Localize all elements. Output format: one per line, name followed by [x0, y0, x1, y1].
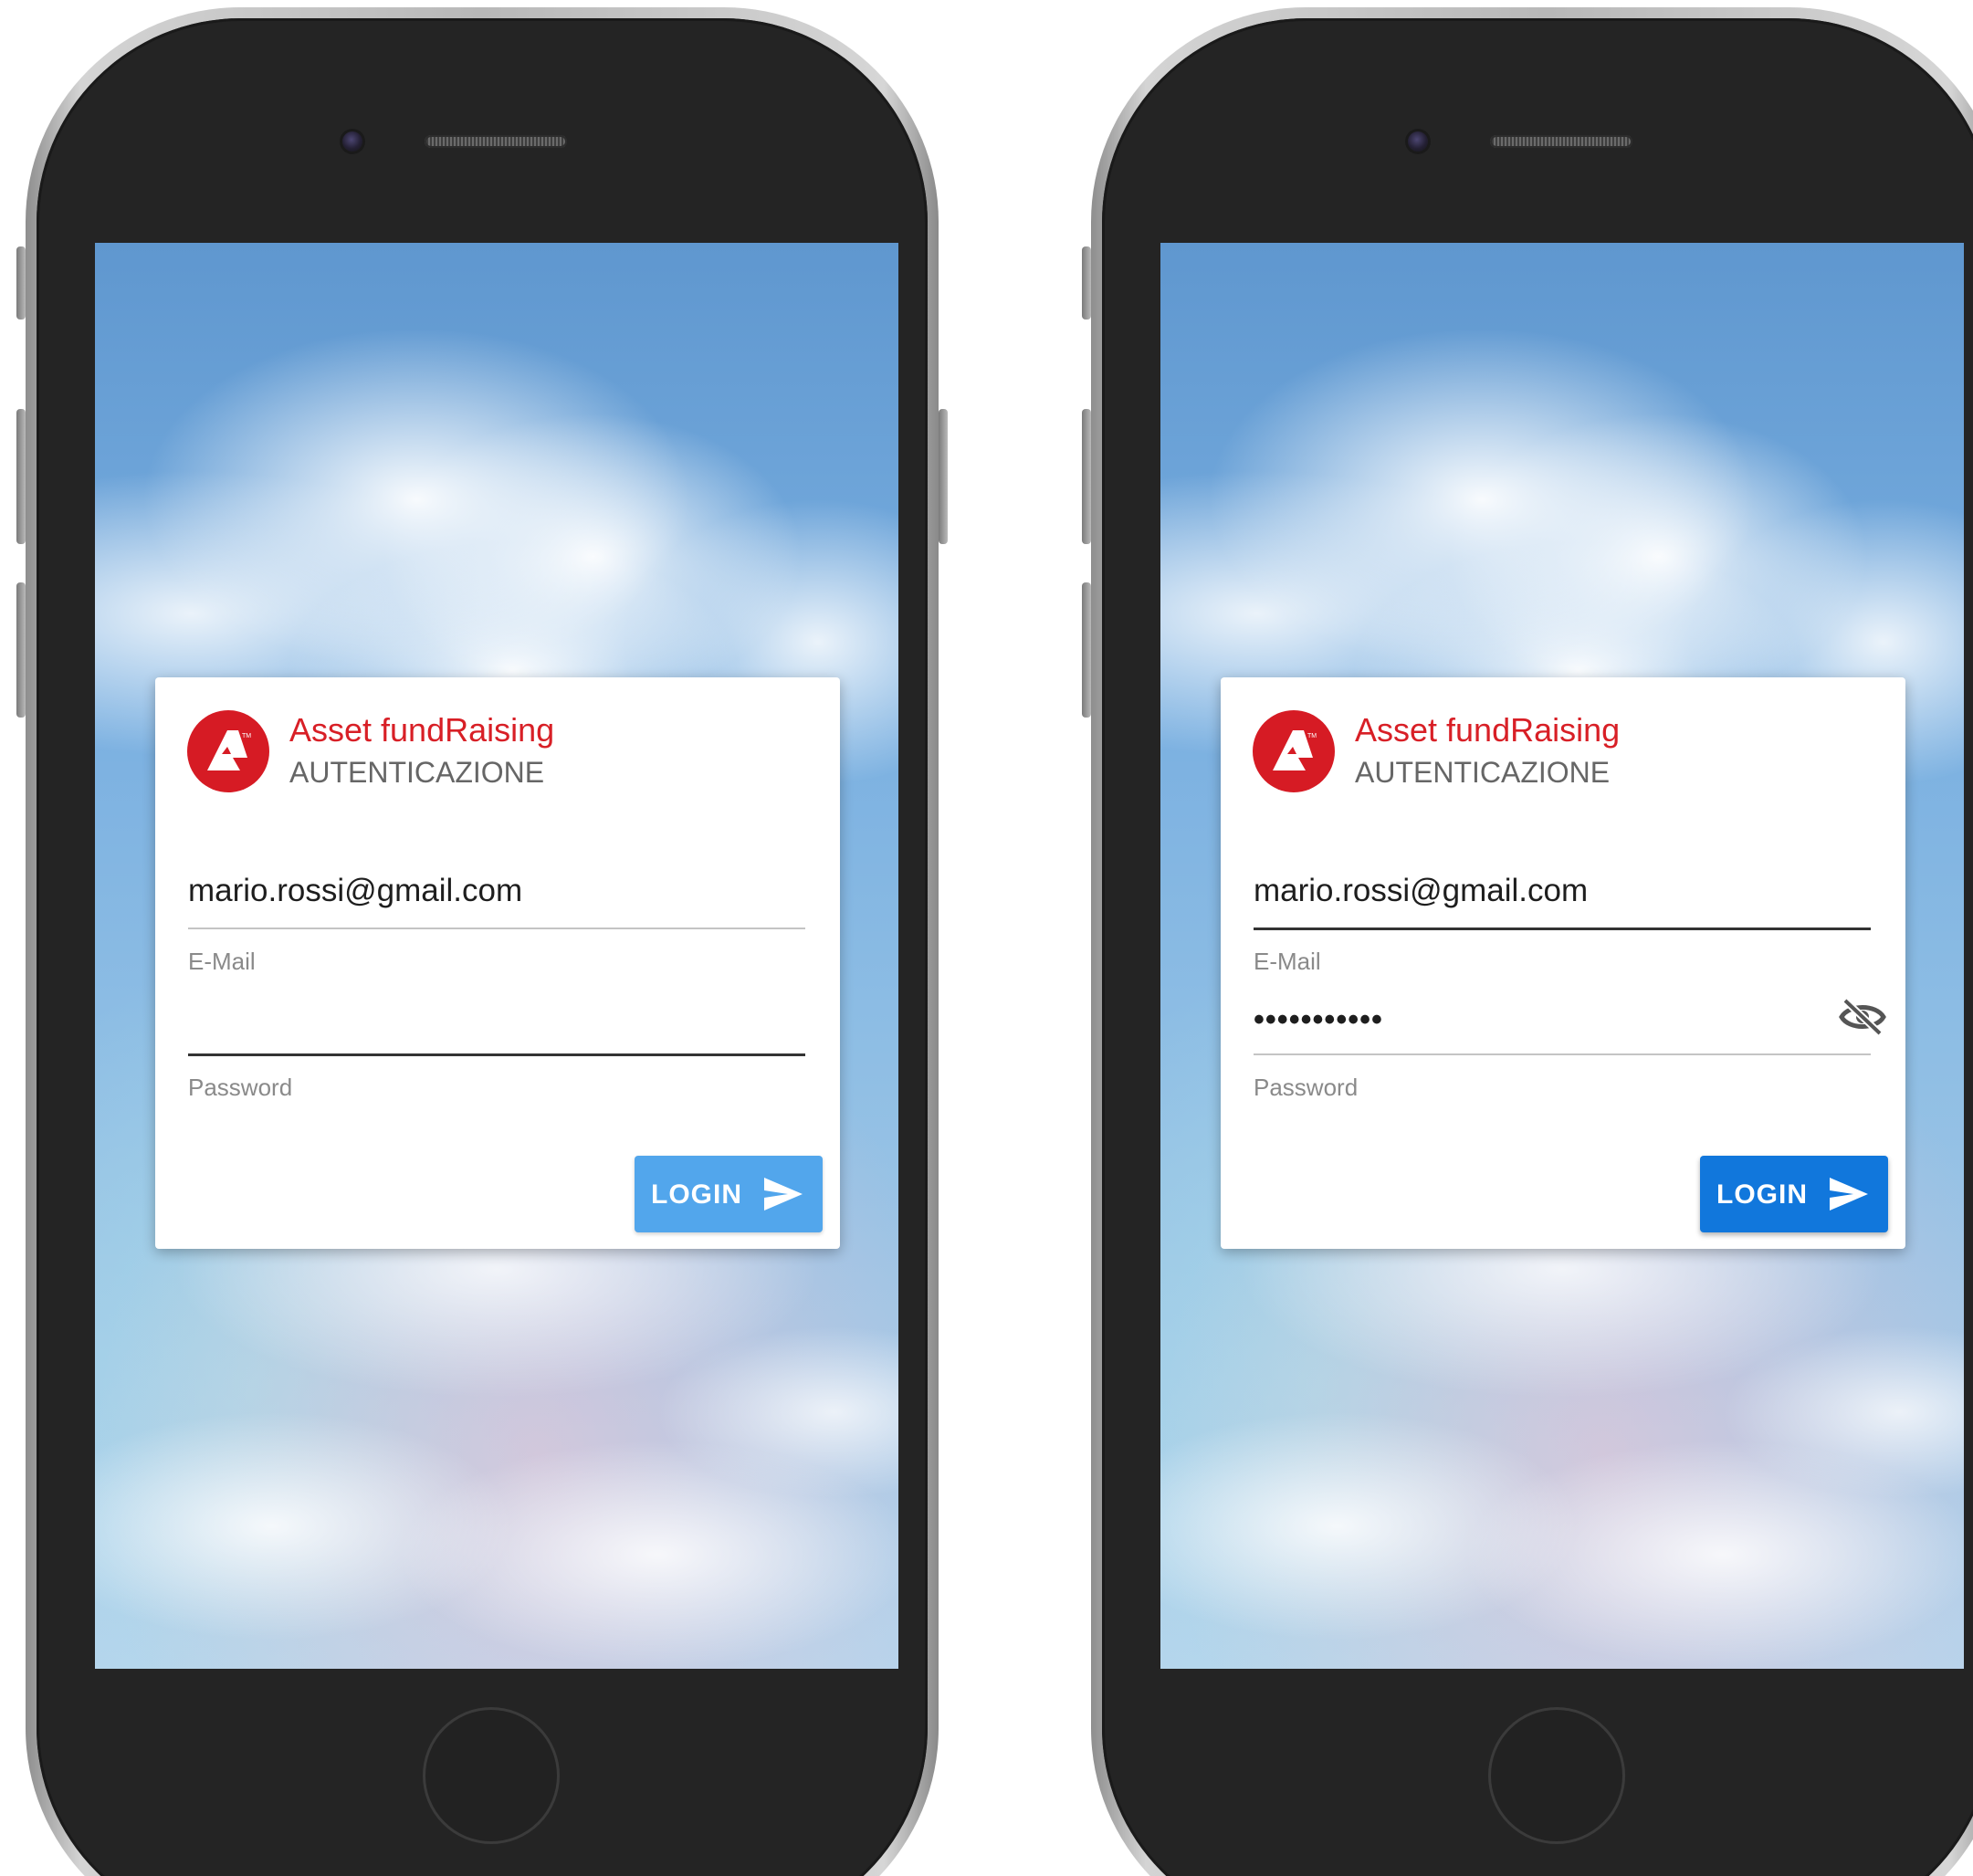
home-button: [1488, 1707, 1625, 1844]
power-button: [939, 409, 948, 544]
app-screen: TM Asset fundRaising AUTENTICAZIONE mari…: [95, 243, 898, 1669]
brand-subtitle: AUTENTICAZIONE: [1355, 756, 1611, 789]
eye-off-icon[interactable]: [1838, 997, 1887, 1037]
mockup-stage: TM Asset fundRaising AUTENTICAZIONE mari…: [0, 0, 1973, 1876]
email-underline: [1254, 928, 1871, 930]
phone-mockup-right: TM Asset fundRaising AUTENTICAZIONE mari…: [1082, 7, 1973, 1876]
brand-logo-icon: TM: [187, 710, 269, 792]
phone-face: TM Asset fundRaising AUTENTICAZIONE mari…: [37, 18, 928, 1876]
svg-text:TM: TM: [1307, 733, 1317, 739]
brand-subtitle: AUTENTICAZIONE: [289, 756, 545, 789]
email-input[interactable]: mario.rossi@gmail.com: [188, 875, 522, 907]
svg-text:TM: TM: [242, 733, 251, 739]
phone-mockup-left: TM Asset fundRaising AUTENTICAZIONE mari…: [16, 7, 948, 1876]
email-label: E-Mail: [188, 948, 256, 975]
email-underline: [188, 928, 805, 929]
earpiece-speaker: [1490, 135, 1632, 148]
volume-down-button: [16, 582, 26, 718]
send-icon: [1830, 1178, 1868, 1210]
login-card: TM Asset fundRaising AUTENTICAZIONE mari…: [1221, 677, 1905, 1249]
password-input[interactable]: •••••••••••: [1254, 1004, 1383, 1035]
login-button[interactable]: LOGIN: [1700, 1156, 1888, 1232]
login-card: TM Asset fundRaising AUTENTICAZIONE mari…: [155, 677, 840, 1249]
front-camera: [1408, 131, 1428, 152]
password-label: Password: [1254, 1074, 1359, 1101]
send-icon: [764, 1178, 803, 1210]
login-button[interactable]: LOGIN: [635, 1156, 823, 1232]
email-label: E-Mail: [1254, 948, 1321, 975]
login-button-label: LOGIN: [1716, 1179, 1808, 1210]
volume-down-button: [1082, 582, 1091, 718]
volume-up-button: [16, 409, 26, 544]
password-underline: [1254, 1053, 1871, 1055]
phone-face: TM Asset fundRaising AUTENTICAZIONE mari…: [1102, 18, 1973, 1876]
login-button-label: LOGIN: [651, 1179, 742, 1210]
brand-title: Asset fundRaising: [289, 711, 555, 749]
email-input[interactable]: mario.rossi@gmail.com: [1254, 875, 1588, 907]
volume-up-button: [1082, 409, 1091, 544]
front-camera: [342, 131, 362, 152]
silent-switch: [16, 246, 26, 320]
brand-title: Asset fundRaising: [1355, 711, 1621, 749]
earpiece-speaker: [425, 135, 567, 148]
password-underline: [188, 1053, 805, 1056]
app-screen: TM Asset fundRaising AUTENTICAZIONE mari…: [1160, 243, 1964, 1669]
silent-switch: [1082, 246, 1091, 320]
home-button: [423, 1707, 560, 1844]
password-label: Password: [188, 1074, 293, 1101]
brand-logo-icon: TM: [1253, 710, 1335, 792]
